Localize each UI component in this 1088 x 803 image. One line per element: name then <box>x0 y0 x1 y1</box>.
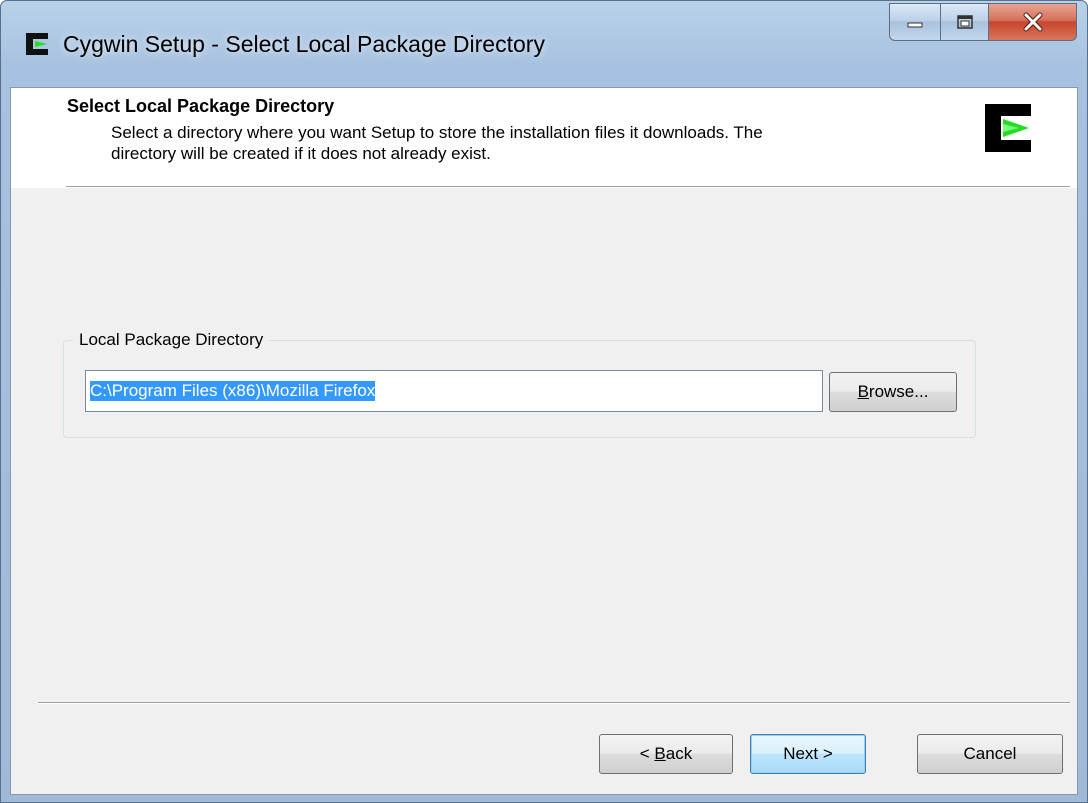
page-description: Select a directory where you want Setup … <box>111 123 763 163</box>
back-label-suffix: ack <box>665 744 693 763</box>
browse-label-accesskey: B <box>857 382 869 401</box>
next-button[interactable]: Next > <box>750 734 866 774</box>
wizard-header: Select Local Package Directory Select a … <box>11 88 1077 188</box>
cancel-button[interactable]: Cancel <box>917 734 1063 774</box>
caption-buttons <box>889 3 1077 41</box>
page-title: Select Local Package Directory <box>67 96 335 116</box>
directory-input-value: C:\Program Files (x86)\Mozilla Firefox <box>90 381 376 401</box>
close-icon <box>1023 12 1042 32</box>
cygwin-logo-icon <box>26 33 48 55</box>
title-bar[interactable]: Cygwin Setup - Select Local Package Dire… <box>1 1 1087 87</box>
back-button[interactable]: < Back <box>599 734 733 774</box>
minimize-icon <box>907 22 923 28</box>
cygwin-setup-window: Cygwin Setup - Select Local Package Dire… <box>0 0 1088 803</box>
close-button[interactable] <box>989 3 1077 41</box>
cygwin-logo-icon <box>985 104 1031 152</box>
directory-input[interactable]: C:\Program Files (x86)\Mozilla Firefox <box>85 370 823 412</box>
back-label-accesskey: B <box>654 744 666 763</box>
browse-button[interactable]: Browse... <box>829 372 957 412</box>
maximize-icon <box>956 15 973 29</box>
maximize-button[interactable] <box>941 3 989 41</box>
footer-separator <box>38 702 1070 704</box>
back-label-prefix: < <box>639 744 655 763</box>
group-label: Local Package Directory <box>73 330 270 350</box>
minimize-button[interactable] <box>889 3 941 41</box>
header-separator <box>66 186 1070 188</box>
dialog-client-area: Select Local Package Directory Select a … <box>10 87 1078 795</box>
window-title: Cygwin Setup - Select Local Package Dire… <box>63 31 545 57</box>
browse-label-suffix: rowse... <box>868 382 929 401</box>
